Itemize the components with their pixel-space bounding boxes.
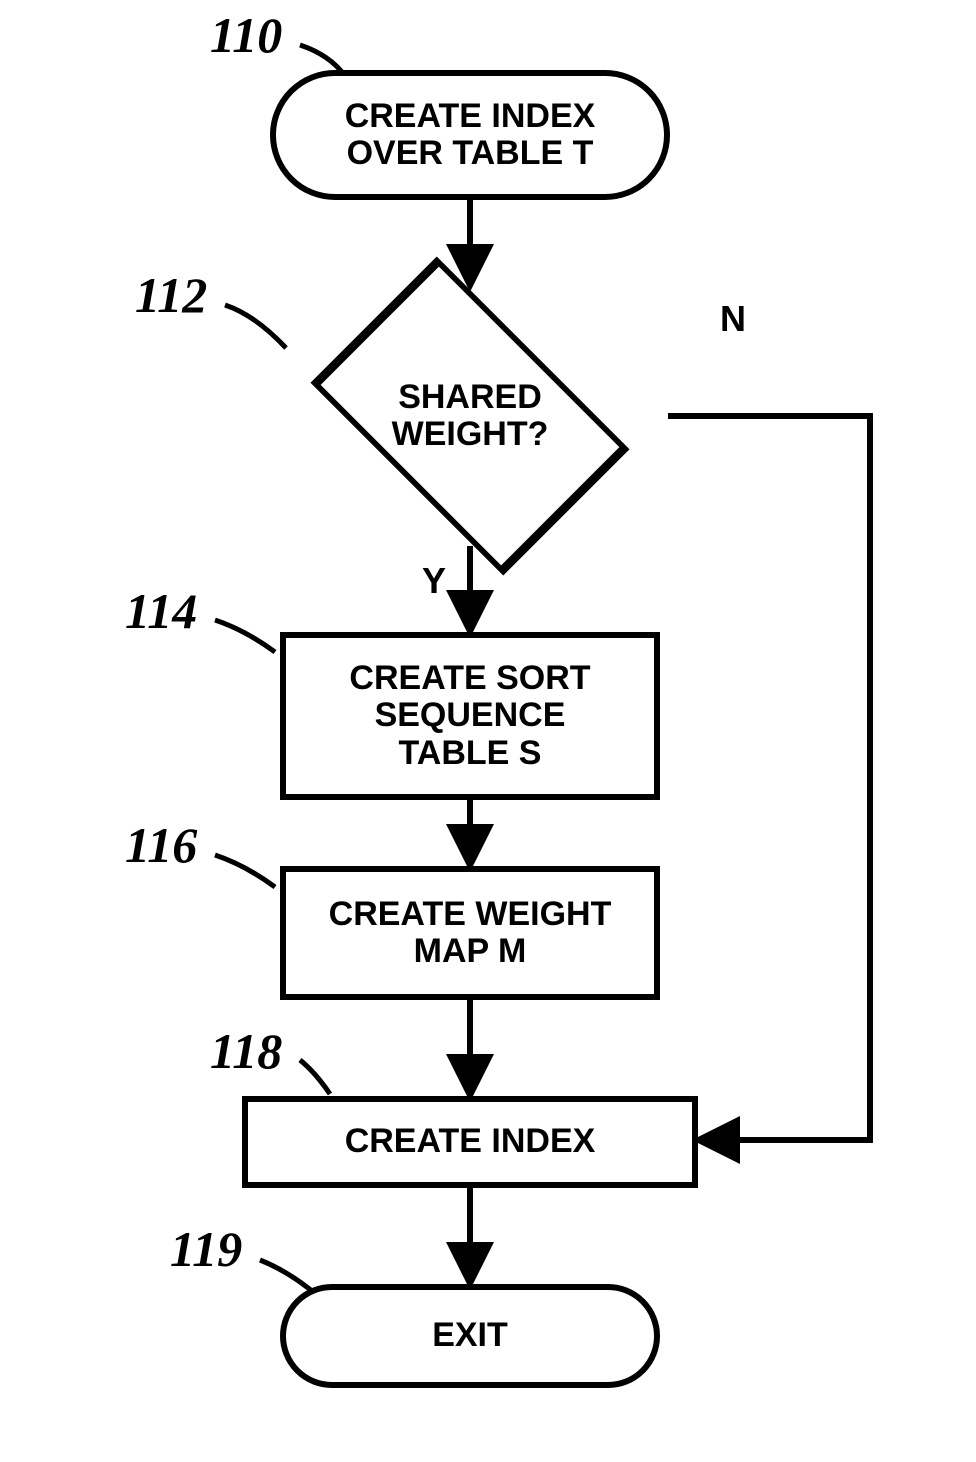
flowchart-canvas: CREATE INDEX OVER TABLE T 110 SHARED WEI… (0, 0, 976, 1462)
leader-n114 (215, 620, 275, 652)
process-create-sort-sequence-table-s: CREATE SORT SEQUENCE TABLE S (280, 632, 660, 800)
callout-119: 119 (170, 1220, 242, 1278)
edge-label-no: N (720, 298, 746, 340)
callout-116: 116 (125, 816, 197, 874)
process-create-weight-map-m: CREATE WEIGHT MAP M (280, 866, 660, 1000)
decision-label: SHARED WEIGHT? (272, 286, 668, 546)
terminator-exit: EXIT (280, 1284, 660, 1388)
callout-114: 114 (125, 582, 197, 640)
process-create-index: CREATE INDEX (242, 1096, 698, 1188)
edge-n112-n118 (668, 416, 870, 1140)
leader-n118 (300, 1060, 330, 1094)
callout-118: 118 (210, 1022, 282, 1080)
terminator-create-index-over-table-t: CREATE INDEX OVER TABLE T (270, 70, 670, 200)
leader-n116 (215, 855, 275, 887)
callout-110: 110 (210, 6, 282, 64)
decision-shared-weight: SHARED WEIGHT? (272, 286, 668, 546)
edge-label-yes: Y (422, 560, 446, 602)
callout-112: 112 (135, 266, 207, 324)
